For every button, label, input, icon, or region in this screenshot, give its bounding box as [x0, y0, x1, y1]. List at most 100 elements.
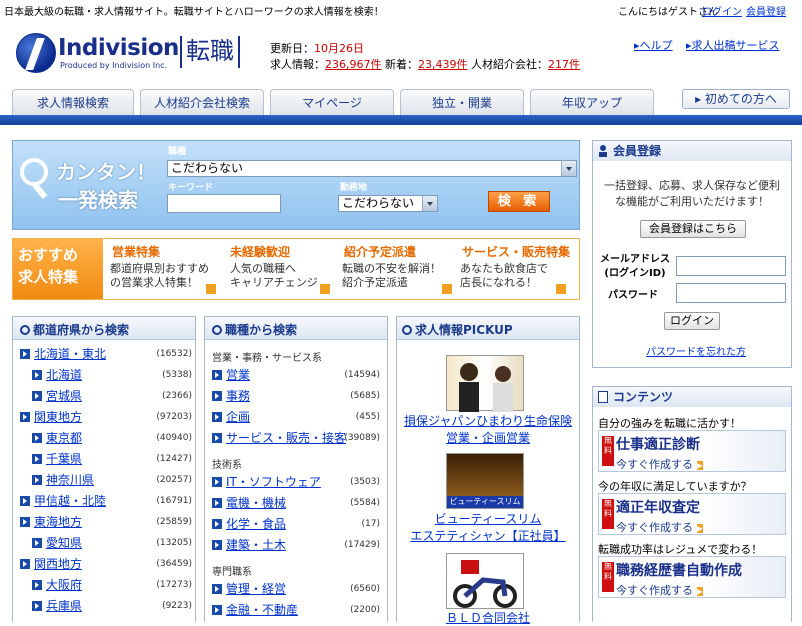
job-item-count: (6560) — [350, 584, 380, 594]
pref-item-label: 兵庫県 — [46, 599, 83, 613]
pickup-image-3[interactable] — [446, 553, 524, 609]
new-count-link[interactable]: 23,439件 — [418, 58, 468, 71]
password-field[interactable] — [676, 283, 786, 303]
job-item[interactable]: 事務 — [212, 388, 250, 404]
pickup-link-1[interactable]: 損保ジャパンひまわり生命保険 営業・企画営業 — [400, 412, 576, 446]
pref-item[interactable]: 愛知県 — [32, 535, 82, 551]
content-sub-resume[interactable]: 今すぐ作成する ▶ — [616, 582, 703, 598]
content-sub-aptitude[interactable]: 今すぐ作成する ▶ — [616, 456, 703, 472]
job-item-label: サービス・販売・接客 — [226, 431, 347, 445]
job-item[interactable]: 金融・不動産 — [212, 602, 298, 618]
job-item-label: 化学・食品 — [226, 517, 287, 531]
tab-mypage[interactable]: マイページ — [270, 89, 394, 115]
pickup-link-3[interactable]: ＢＬＤ合同会社 — [400, 609, 576, 626]
location-select[interactable]: こだわらない — [338, 195, 438, 212]
job-item[interactable]: 管理・経営 — [212, 581, 286, 597]
update-date: 更新日：10月26日 — [270, 42, 364, 55]
register-button[interactable]: 会員登録はこちら — [640, 220, 746, 238]
tab-salary-up[interactable]: 年収アップ — [530, 89, 654, 115]
member-registration-link[interactable]: 会員登録 — [746, 3, 786, 18]
job-item-count: (5685) — [350, 391, 380, 401]
pref-item[interactable]: 北海道・東北 — [20, 346, 106, 362]
login-button[interactable]: ログイン — [664, 312, 720, 330]
arrow-icon[interactable] — [556, 284, 566, 294]
arrow-icon — [32, 580, 42, 590]
pref-item-count: (2366) — [162, 391, 192, 401]
magnifier-icon — [20, 158, 48, 186]
content-sub-salary[interactable]: 今すぐ作成する ▶ — [616, 519, 703, 535]
recommend-dispatch-text[interactable]: 転職の不安を解消！ 紹介予定派遣 — [342, 262, 441, 290]
job-item[interactable]: 化学・食品 — [212, 516, 286, 532]
first-visit-button[interactable]: ▸ 初めての方へ — [682, 89, 790, 109]
pref-item[interactable]: 大阪府 — [32, 577, 82, 593]
recommend-inexperienced-text[interactable]: 人気の職種へ キャリアチェンジ — [230, 262, 318, 290]
job-item[interactable]: 営業 — [212, 367, 250, 383]
job-title: 職種から検索 — [212, 320, 297, 340]
job-item[interactable]: サービス・販売・接客 — [212, 430, 346, 446]
pickup-image-1[interactable] — [446, 355, 524, 412]
pref-item-label: 関西地方 — [34, 557, 83, 571]
logo-icon[interactable] — [16, 33, 56, 73]
job-item[interactable]: 建築・土木 — [212, 537, 286, 553]
pref-item[interactable]: 東京都 — [32, 430, 82, 446]
chevron-down-icon[interactable] — [422, 196, 437, 211]
pref-item-count: (12427) — [156, 454, 192, 464]
arrow-icon — [32, 601, 42, 611]
chevron-down-icon[interactable] — [561, 161, 576, 176]
tab-independence[interactable]: 独立・開業 — [400, 89, 524, 115]
recommend-service-text[interactable]: あなたも飲食店で 店長になれる！ — [460, 262, 548, 290]
arrow-icon[interactable] — [320, 284, 330, 294]
job-type-select[interactable]: こだわらない — [167, 160, 577, 177]
arrow-icon[interactable] — [442, 284, 452, 294]
arrow-icon[interactable] — [206, 284, 216, 294]
logo-wordmark[interactable]: Indivision — [58, 35, 179, 61]
recommend-inexperienced-head[interactable]: 未経験歓迎 — [230, 243, 290, 260]
arrow-icon — [32, 538, 42, 548]
pref-item[interactable]: 宮城県 — [32, 388, 82, 404]
job-type-label: 職種 — [168, 147, 187, 157]
login-link[interactable]: ログイン — [702, 3, 742, 18]
job-item[interactable]: 企画 — [212, 409, 250, 425]
content-title-resume[interactable]: 職務経歴書自動作成 — [616, 560, 742, 580]
pref-item[interactable]: 兵庫県 — [32, 598, 82, 614]
job-stats: 求人情報：236,967件 新着：23,439件 人材紹介会社：217件 — [270, 58, 580, 71]
keyword-input[interactable] — [167, 194, 281, 213]
pickup-image-2[interactable]: ビューティースリム — [446, 453, 524, 509]
agency-count-link[interactable]: 217件 — [548, 58, 580, 71]
search-button[interactable]: 検 索 — [488, 191, 550, 212]
pickup-link-2[interactable]: ビューティースリム エステティシャン【正社員】 — [400, 510, 576, 544]
contents-header: コンテンツ — [593, 387, 791, 407]
tab-job-search[interactable]: 求人情報検索 — [12, 89, 134, 115]
recommend-dispatch-head[interactable]: 紹介予定派遣 — [344, 243, 416, 260]
tab-agency-search[interactable]: 人材紹介会社検索 — [140, 89, 264, 115]
job-item[interactable]: 電機・機械 — [212, 495, 286, 511]
pref-item[interactable]: 北海道 — [32, 367, 82, 383]
forgot-password-link[interactable]: パスワードを忘れた方 — [646, 343, 746, 358]
recommend-sales-text[interactable]: 都道府県別おすすめ の営業求人特集！ — [110, 262, 209, 290]
recommend-sales-head[interactable]: 営業特集 — [112, 243, 160, 260]
job-group-label: 技術系 — [212, 460, 242, 471]
pref-item[interactable]: 関西地方 — [20, 556, 82, 572]
arrow-icon: ▶ — [696, 587, 703, 596]
pickup-title: 求人情報PICKUP — [402, 320, 513, 340]
arrow-icon — [32, 454, 42, 464]
email-field[interactable] — [676, 256, 786, 276]
pref-item[interactable]: 千葉県 — [32, 451, 82, 467]
site-tagline: 日本最大級の転職・求人情報サイト。転職サイトとハローワークの求人情報を検索！ — [4, 7, 384, 18]
recommend-service-head[interactable]: サービス・販売特集 — [462, 243, 570, 260]
help-link[interactable]: ▸ヘルプ — [634, 37, 673, 53]
motorbike-icon — [453, 560, 517, 608]
content-title-aptitude[interactable]: 仕事適正診断 — [616, 434, 700, 454]
post-service-link[interactable]: ▸求人出稿サービス — [686, 37, 780, 53]
job-group-label: 営業・事務・サービス系 — [212, 353, 322, 364]
job-item[interactable]: IT・ソフトウェア — [212, 474, 321, 490]
jobs-count-link[interactable]: 236,967件 — [325, 58, 382, 71]
content-title-salary[interactable]: 適正年収査定 — [616, 497, 700, 517]
pref-item[interactable]: 甲信越・北陸 — [20, 493, 106, 509]
arrow-icon — [212, 498, 222, 508]
recommend-title-2: 求人特集 — [18, 268, 79, 286]
pref-item[interactable]: 東海地方 — [20, 514, 82, 530]
arrow-icon — [20, 412, 30, 422]
pref-item[interactable]: 関東地方 — [20, 409, 82, 425]
pref-item[interactable]: 神奈川県 — [32, 472, 94, 488]
